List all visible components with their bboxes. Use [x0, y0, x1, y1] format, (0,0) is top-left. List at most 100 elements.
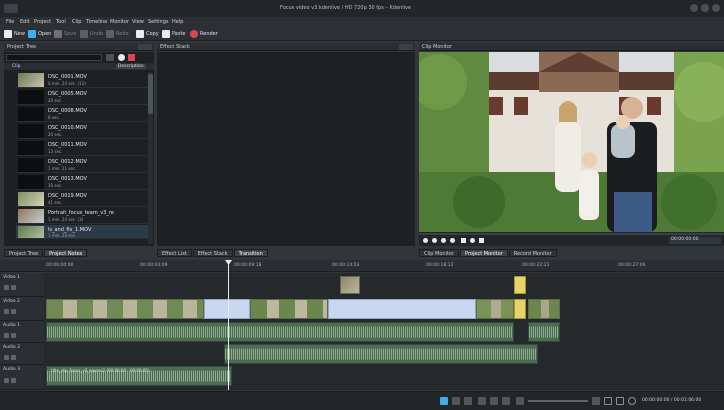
- track-mute-icon[interactable]: [4, 333, 9, 338]
- track-hide-icon[interactable]: [4, 309, 9, 314]
- step-forward-icon[interactable]: [450, 238, 455, 243]
- menu-edit[interactable]: Edit: [20, 19, 30, 25]
- tab-record-monitor[interactable]: Record Monitor: [508, 249, 557, 257]
- menu-timeline[interactable]: Timeline: [86, 19, 107, 25]
- track-head-audio-1: Audio 1: [0, 321, 44, 343]
- selection-tool-icon[interactable]: [440, 397, 448, 405]
- rewind-icon[interactable]: [423, 238, 428, 243]
- zoom-out-icon[interactable]: [516, 397, 524, 405]
- snap-icon[interactable]: [478, 397, 486, 405]
- list-item[interactable]: DSC_0001.MOV 0 min. 24 sec. (12): [16, 72, 148, 88]
- save-button[interactable]: Save: [54, 29, 76, 39]
- spacer-tool-icon[interactable]: [464, 397, 472, 405]
- maximize-icon[interactable]: [701, 4, 709, 12]
- menu-view[interactable]: View: [132, 19, 144, 25]
- list-item[interactable]: DSC_0012.MOV 1 min. 21 sec.: [16, 157, 148, 173]
- redo-button[interactable]: Redo: [106, 29, 129, 39]
- list-item[interactable]: ls_and_fix_1.MOV 1 min. 24 sec.: [16, 225, 148, 239]
- monitor-scrubber[interactable]: [419, 233, 724, 235]
- track-lock-icon[interactable]: [11, 285, 16, 290]
- monitor-overlay-icon[interactable]: [616, 397, 624, 405]
- tab-effect-stack[interactable]: Effect Stack: [192, 249, 233, 257]
- window-title: Focus video v3.kdenlive / HD 720p 30 fps…: [280, 5, 412, 11]
- clip-monitor-header: Clip Monitor: [419, 43, 724, 51]
- zoom-in-icon[interactable]: [592, 397, 600, 405]
- track-lock-icon[interactable]: [11, 378, 16, 383]
- selected-video-clip[interactable]: [328, 299, 476, 319]
- playhead[interactable]: [228, 260, 229, 390]
- audio-clip[interactable]: [528, 322, 560, 342]
- set-zone-in-icon[interactable]: [461, 238, 466, 243]
- tab-clip-monitor[interactable]: Clip Monitor: [419, 249, 460, 257]
- tab-project-tree[interactable]: Project Tree: [4, 249, 44, 257]
- project-tree-column-header: Clip Description: [4, 63, 154, 70]
- video-clip[interactable]: [250, 299, 328, 319]
- list-item[interactable]: Portrait_focus_team_v3_re 1 min. 24 sec.…: [16, 208, 148, 224]
- audio-clip[interactable]: [224, 344, 538, 364]
- loop-icon[interactable]: [470, 238, 475, 243]
- clip-thumbnail: [18, 124, 44, 138]
- render-button[interactable]: Render: [190, 29, 218, 39]
- tab-effect-list[interactable]: Effect List: [157, 249, 192, 257]
- monitor-timecode[interactable]: 00:00:00:00: [669, 237, 721, 244]
- list-item[interactable]: DSC_0005.MOV 20 sec.: [16, 89, 148, 105]
- tab-project-monitor[interactable]: Project Monitor: [460, 249, 508, 257]
- split-audio-icon[interactable]: [490, 397, 498, 405]
- project-search-input[interactable]: [6, 54, 102, 61]
- menu-settings[interactable]: Settings: [148, 19, 169, 25]
- menu-file[interactable]: File: [6, 19, 14, 25]
- clip-thumbnail: [18, 73, 44, 87]
- menu-help[interactable]: Help: [172, 19, 183, 25]
- project-tree-scrollbar[interactable]: [148, 72, 153, 244]
- track-mute-icon[interactable]: [4, 355, 9, 360]
- fit-zoom-icon[interactable]: [604, 397, 612, 405]
- list-item[interactable]: DSC_0019.MOV 41 sec.: [16, 191, 148, 207]
- new-button[interactable]: New: [4, 29, 25, 39]
- close-icon[interactable]: [712, 4, 720, 12]
- open-button[interactable]: Open: [28, 29, 51, 39]
- video-clip[interactable]: [476, 299, 514, 319]
- clip-thumbnail: [18, 192, 44, 206]
- track-lock-icon[interactable]: [11, 333, 16, 338]
- transition-clip[interactable]: [514, 276, 526, 294]
- track-hide-icon[interactable]: [4, 285, 9, 290]
- tab-project-notes[interactable]: Project Notes: [44, 249, 88, 257]
- set-zone-out-icon[interactable]: [479, 238, 484, 243]
- menu-monitor[interactable]: Monitor: [110, 19, 129, 25]
- search-options-icon[interactable]: [106, 54, 114, 61]
- play-icon[interactable]: [441, 238, 446, 243]
- menu-tool[interactable]: Tool: [56, 19, 66, 25]
- step-back-icon[interactable]: [432, 238, 437, 243]
- paste-button[interactable]: Paste: [162, 29, 186, 39]
- undo-button[interactable]: Undo: [80, 29, 103, 39]
- list-item[interactable]: DSC_0011.MOV 13 sec.: [16, 140, 148, 156]
- audio-clip[interactable]: [46, 322, 514, 342]
- delete-clip-icon[interactable]: [128, 54, 135, 61]
- track-lock-icon[interactable]: [11, 309, 16, 314]
- tab-transition[interactable]: Transition: [233, 249, 268, 257]
- selected-video-clip[interactable]: [204, 299, 250, 319]
- minimize-icon[interactable]: [690, 4, 698, 12]
- track-lock-icon[interactable]: [11, 355, 16, 360]
- audio-clip[interactable]: title_clip_focus_v3_source2 (00:00:00 - …: [46, 366, 232, 386]
- menu-project[interactable]: Project: [34, 19, 51, 25]
- razor-tool-icon[interactable]: [452, 397, 460, 405]
- track-mute-icon[interactable]: [4, 378, 9, 383]
- video-clip[interactable]: [46, 299, 204, 319]
- track-head-audio-2: Audio 2: [0, 343, 44, 365]
- menu-clip[interactable]: Clip: [72, 19, 81, 25]
- thumbnail-icon[interactable]: [502, 397, 510, 405]
- list-item[interactable]: DSC_0010.MOV 20 sec.: [16, 123, 148, 139]
- zoom-slider[interactable]: [528, 400, 588, 402]
- list-item[interactable]: DSC_0008.MOV 8 sec.: [16, 106, 148, 122]
- copy-button[interactable]: Copy: [136, 29, 159, 39]
- list-item[interactable]: DSC_0013.MOV 35 sec.: [16, 174, 148, 190]
- transition-clip[interactable]: [514, 299, 526, 319]
- timeline-ruler[interactable]: 00:00:00:00 00:00:04:09 00:00:09:18 00:0…: [0, 260, 724, 272]
- clip-monitor-video[interactable]: [419, 52, 724, 232]
- video-clip[interactable]: [340, 276, 360, 294]
- dock-float-close-buttons[interactable]: [399, 44, 413, 50]
- settings-icon[interactable]: [118, 54, 125, 61]
- dock-float-close-buttons[interactable]: [138, 44, 152, 50]
- video-clip[interactable]: [528, 299, 560, 319]
